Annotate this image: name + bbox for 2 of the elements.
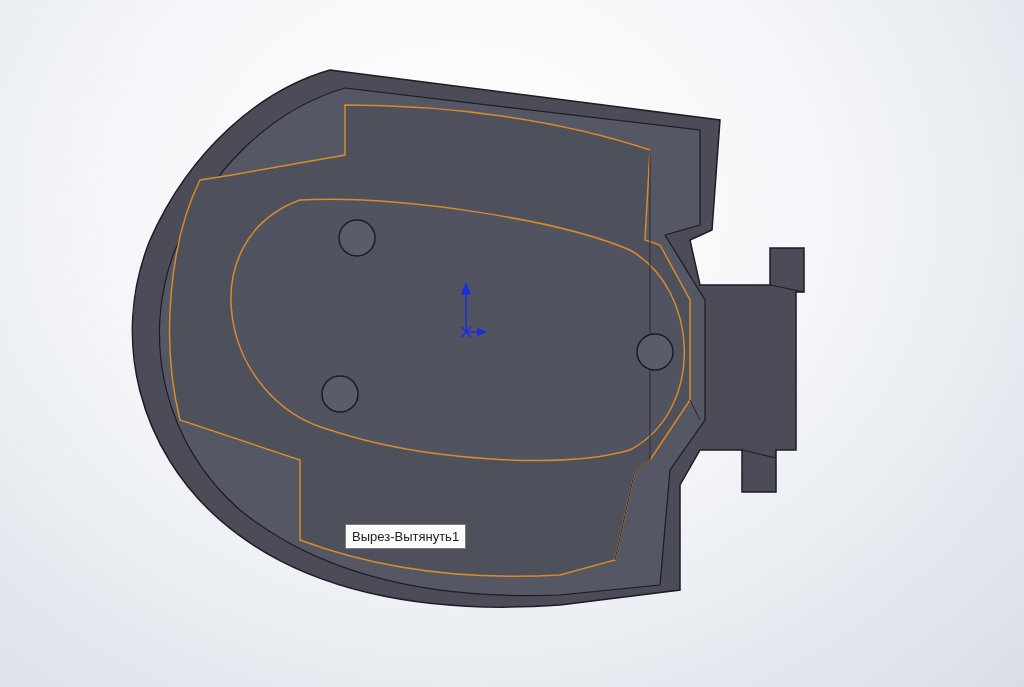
feature-tooltip: Вырез-Вытянуть1 [345, 524, 467, 549]
coordinate-axes-icon [460, 282, 487, 338]
